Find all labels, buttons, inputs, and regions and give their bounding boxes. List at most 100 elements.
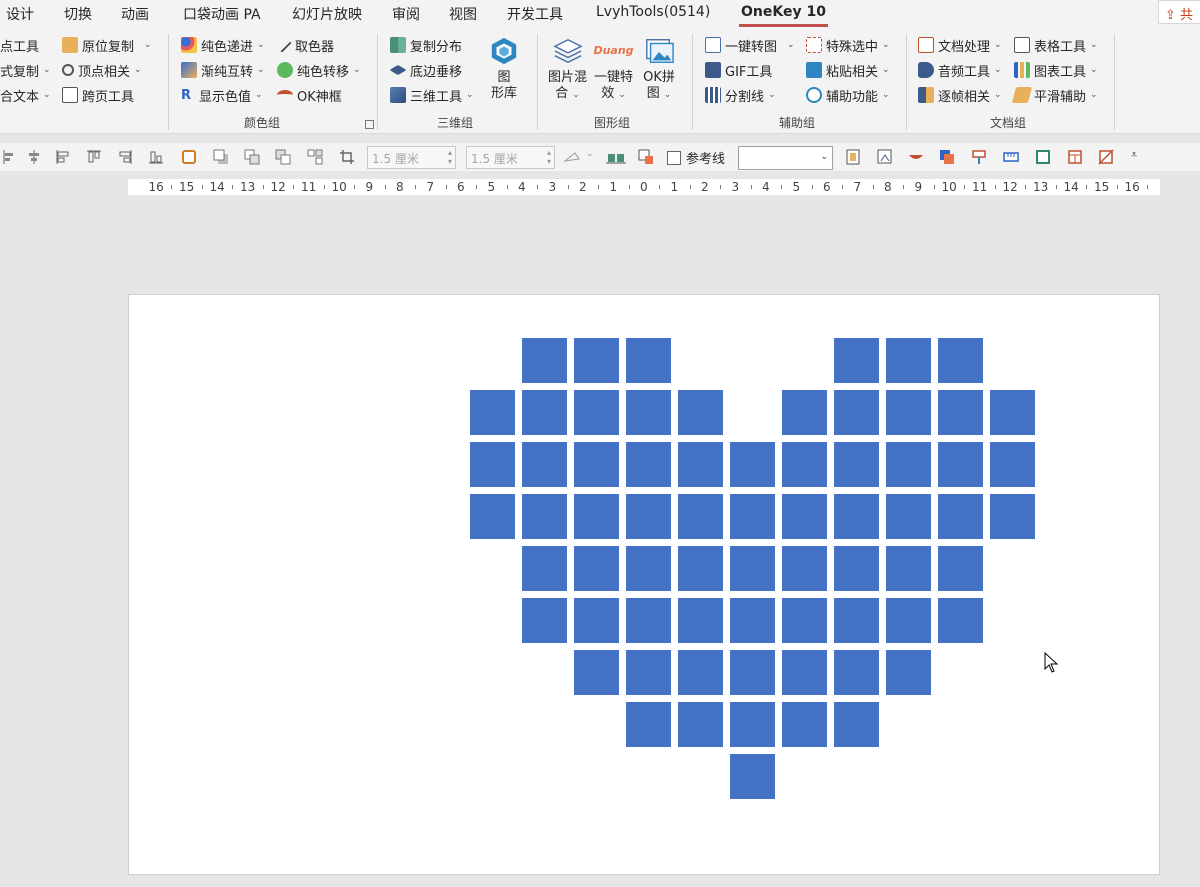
spinner-arrows-icon[interactable]: ▴ ▾ [448,148,452,166]
heart-square[interactable] [886,442,931,487]
heart-square[interactable] [522,338,567,383]
tab-slideshow[interactable]: 幻灯片放映 [292,4,362,24]
tab-lvyhtools[interactable]: LvyhTools(0514) [596,4,710,20]
chevron-down-icon[interactable]: ⌄ [586,149,594,159]
doc-process-button[interactable]: 文档处理 ⌄ [918,34,1002,56]
heart-square[interactable] [886,494,931,539]
heart-square[interactable] [886,338,931,383]
layers-icon[interactable] [939,149,955,165]
heart-square[interactable] [834,494,879,539]
dialog-launcher-icon[interactable] [365,120,374,129]
audio-tool-button[interactable]: 音频工具 ⌄ [918,59,1002,81]
heart-square[interactable] [782,442,827,487]
table-layout-icon[interactable] [1067,149,1083,165]
heart-square[interactable] [678,442,723,487]
group-icon[interactable] [275,149,291,165]
heart-square[interactable] [626,442,671,487]
heart-square[interactable] [834,442,879,487]
heart-square[interactable] [626,650,671,695]
heart-square[interactable] [990,390,1035,435]
ruler-icon[interactable] [1003,149,1019,165]
3d-tool-button[interactable]: 三维工具 ⌄ [390,84,474,106]
tab-review[interactable]: 审阅 [392,4,420,24]
heart-square[interactable] [938,442,983,487]
eyedropper-button[interactable]: 取色器 [276,34,334,56]
heart-square[interactable] [886,598,931,643]
align-bottom-icon[interactable] [148,149,164,165]
heart-square[interactable] [834,546,879,591]
shadow-icon[interactable] [213,149,229,165]
distribute-icon[interactable] [307,149,323,165]
point-tool-button[interactable]: 点工具 [0,34,39,56]
smooth-assist-button[interactable]: 平滑辅助 ⌄ [1011,84,1098,106]
heart-square[interactable] [834,598,879,643]
no-crop-icon[interactable] [1098,149,1114,165]
chart-tool-button[interactable]: 图表工具 ⌄ [1014,59,1098,81]
heart-square[interactable] [626,390,671,435]
heart-square[interactable] [782,390,827,435]
paste-button[interactable]: 粘贴相关 ⌄ [806,59,890,81]
crop-icon[interactable] [339,149,355,165]
checkbox-box[interactable] [667,150,681,165]
heart-square[interactable] [730,598,775,643]
heart-square[interactable] [886,390,931,435]
heart-square[interactable] [938,338,983,383]
heart-square[interactable] [886,546,931,591]
heart-square[interactable] [574,546,619,591]
frame-icon[interactable] [181,149,197,165]
heart-square[interactable] [574,390,619,435]
tab-design[interactable]: 设计 [6,4,34,24]
heart-square[interactable] [470,442,515,487]
heart-square[interactable] [678,546,723,591]
slide-canvas[interactable] [128,294,1160,875]
heart-square[interactable] [574,494,619,539]
heart-square[interactable] [574,442,619,487]
show-color-value-button[interactable]: R 显示色值 ⌄ [181,84,263,106]
format-copy-button[interactable]: 式复制 ⌄ [0,59,51,81]
tab-transitions[interactable]: 切换 [64,4,92,24]
page-icon[interactable] [845,149,861,165]
heart-square[interactable] [990,494,1035,539]
image-blend-button[interactable]: 图片混 合 ⌄ [548,36,587,103]
frame-by-frame-button[interactable]: 逐帧相关 ⌄ [918,84,1002,106]
heart-square[interactable] [938,494,983,539]
color-step-button[interactable]: 纯色递进 ⌄ [181,34,265,56]
one-click-effect-button[interactable]: Duang 一键特 效 ⌄ [593,36,633,103]
heart-square[interactable] [782,494,827,539]
heart-square[interactable] [938,546,983,591]
heart-square[interactable] [730,754,775,799]
heart-square[interactable] [834,338,879,383]
heart-square[interactable] [626,494,671,539]
align-left-edge-icon[interactable] [55,149,71,165]
special-select-button[interactable]: 特殊选中 ⌄ [806,34,890,56]
aux-function-button[interactable]: 辅助功能 ⌄ [806,84,890,106]
lamp-icon[interactable] [908,149,924,165]
heart-square[interactable] [834,650,879,695]
heart-square[interactable] [730,650,775,695]
share-button[interactable]: ⇪ 共 [1158,0,1200,24]
shape-library-button[interactable]: 图 形库 [488,36,520,102]
heart-square[interactable] [522,390,567,435]
image-edit-icon[interactable] [877,149,893,165]
heart-square[interactable] [678,494,723,539]
align-left-icon[interactable] [2,149,18,165]
tab-onekey[interactable]: OneKey 10 [739,4,828,27]
heart-square[interactable] [678,702,723,747]
heart-square[interactable] [938,390,983,435]
heart-square[interactable] [678,650,723,695]
copy-distribute-button[interactable]: 复制分布 [390,34,462,56]
to-image-button[interactable]: 一键转图 ⌄ [705,34,795,56]
height-input[interactable]: 1.5 厘米 ▴ ▾ [367,146,456,169]
copy-in-place-button[interactable]: 原位复制 ⌄ [62,34,152,56]
heart-square[interactable] [730,702,775,747]
bottom-shift-button[interactable]: 底边垂移 [389,59,462,81]
heart-square[interactable] [782,546,827,591]
align-top-icon[interactable] [86,149,102,165]
preset-dropdown[interactable]: ⌄ [738,146,833,170]
table-tool-button[interactable]: 表格工具 ⌄ [1014,34,1098,56]
heart-square[interactable] [990,442,1035,487]
ok-frame-button[interactable]: OK神框 [277,84,342,106]
more-options-icon[interactable]: ⩡ [1131,148,1137,162]
merge-text-button[interactable]: 合文本 ⌄ [0,84,51,106]
color-transfer-button[interactable]: 纯色转移 ⌄ [277,59,361,81]
